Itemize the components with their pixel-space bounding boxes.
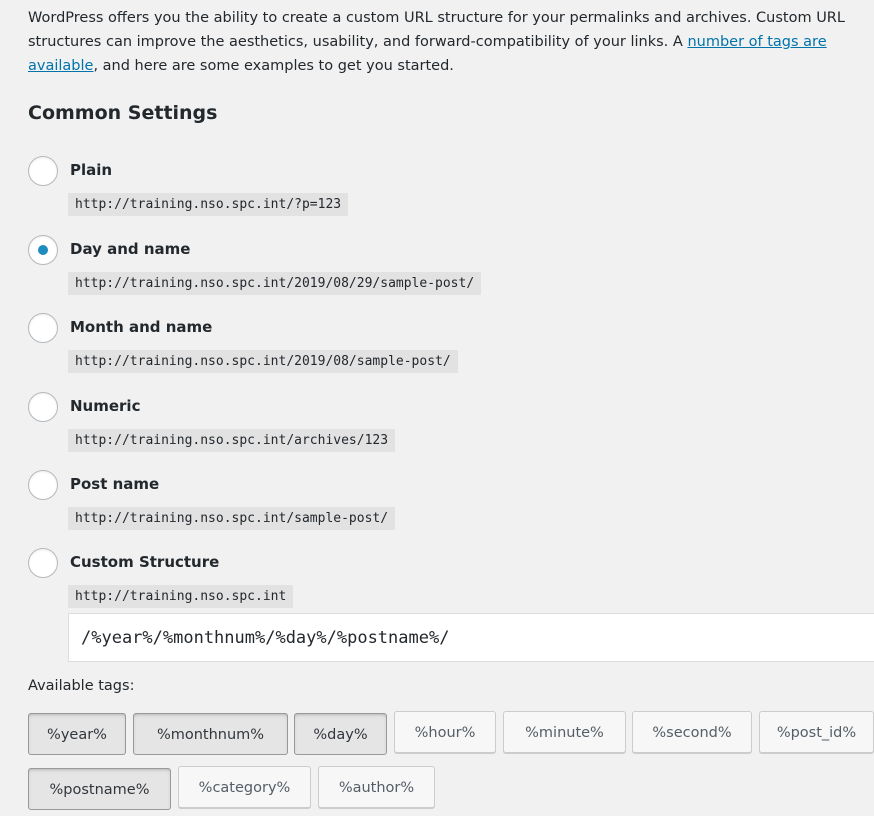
day-and-name-radio[interactable] (28, 235, 58, 265)
example-url-plain: http://training.nso.spc.int/?p=123 (68, 193, 349, 216)
tag-monthnum-button[interactable]: %monthnum% (133, 713, 288, 755)
option-day-and-name: Day and name http://training.nso.spc.int… (0, 235, 874, 305)
example-url-month-and-name: http://training.nso.spc.int/2019/08/samp… (68, 350, 458, 373)
custom-structure-radio[interactable] (28, 548, 58, 578)
tag-category-button[interactable]: %category% (178, 766, 311, 808)
option-label-post-name[interactable]: Post name (70, 472, 159, 496)
tag-year-button[interactable]: %year% (28, 713, 126, 755)
common-settings-heading: Common Settings (28, 102, 218, 124)
option-custom-structure: Custom Structure http://training.nso.spc… (0, 548, 874, 618)
custom-structure-base-url: http://training.nso.spc.int (68, 585, 294, 608)
tag-minute-button[interactable]: %minute% (503, 711, 626, 753)
option-label-month-and-name[interactable]: Month and name (70, 315, 212, 339)
numeric-radio[interactable] (28, 392, 58, 422)
option-post-name: Post name http://training.nso.spc.int/sa… (0, 470, 874, 540)
month-and-name-radio[interactable] (28, 313, 58, 343)
tag-post-id-button[interactable]: %post_id% (759, 711, 874, 753)
option-numeric: Numeric http://training.nso.spc.int/arch… (0, 392, 874, 462)
available-tags-label: Available tags: (28, 678, 135, 694)
option-label-plain[interactable]: Plain (70, 158, 112, 182)
plain-radio[interactable] (28, 156, 58, 186)
option-label-day-and-name[interactable]: Day and name (70, 237, 190, 261)
option-label-custom-structure[interactable]: Custom Structure (70, 550, 219, 574)
permalink-settings-page: WordPress offers you the ability to crea… (0, 0, 874, 816)
post-name-radio[interactable] (28, 470, 58, 500)
option-plain: Plain http://training.nso.spc.int/?p=123 (0, 156, 874, 226)
tag-second-button[interactable]: %second% (632, 711, 752, 753)
option-month-and-name: Month and name http://training.nso.spc.i… (0, 313, 874, 383)
intro-paragraph: WordPress offers you the ability to crea… (28, 6, 858, 78)
tag-postname-button[interactable]: %postname% (28, 768, 171, 810)
tag-day-button[interactable]: %day% (294, 713, 387, 755)
custom-structure-input[interactable] (68, 613, 874, 662)
example-url-numeric: http://training.nso.spc.int/archives/123 (68, 429, 396, 452)
example-url-post-name: http://training.nso.spc.int/sample-post/ (68, 507, 396, 530)
tag-author-button[interactable]: %author% (318, 766, 435, 808)
option-label-numeric[interactable]: Numeric (70, 394, 140, 418)
intro-text-after: , and here are some examples to get you … (93, 58, 454, 74)
tag-hour-button[interactable]: %hour% (394, 711, 496, 753)
example-url-day-and-name: http://training.nso.spc.int/2019/08/29/s… (68, 272, 482, 295)
